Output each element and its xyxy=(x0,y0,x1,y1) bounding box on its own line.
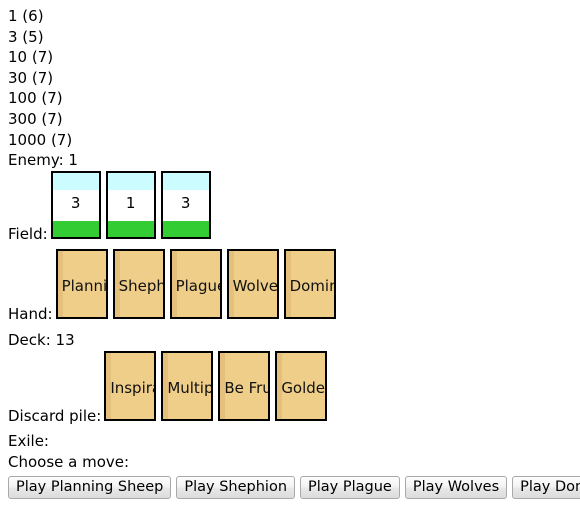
sheep-count-row: 10 (7) xyxy=(8,48,54,67)
discard-card-name: Inspiration xyxy=(110,378,154,397)
exile-label: Exile: xyxy=(8,432,49,451)
hand-card-name: Wolves xyxy=(232,277,278,296)
field-card-strip: 3 1 3 xyxy=(50,170,211,250)
hand-card-name: Dominion xyxy=(289,277,334,296)
sheep-card-top-band xyxy=(107,172,154,190)
hand-card-name: Shephion xyxy=(118,277,163,296)
play-planning-sheep-button[interactable]: Play Planning Sheep xyxy=(8,476,172,500)
discard-card[interactable]: Golden Hooves xyxy=(275,350,328,421)
discard-row: Discard pile: Inspiration Multiply Be Fruit… xyxy=(8,350,580,432)
field-label: Field: xyxy=(8,224,48,243)
hand-row: Hand: Planning Sheep Shephion Plague Wolves D… xyxy=(8,249,580,330)
sheep-card-bottom-band xyxy=(162,220,209,237)
play-dominion-button[interactable]: Play Dominion xyxy=(512,476,580,500)
play-plague-button[interactable]: Play Plague xyxy=(300,476,400,500)
game-page: 1 (6) 3 (5) 10 (7) 30 (7) 100 (7) 300 (7… xyxy=(0,0,580,520)
discard-card-strip: Inspiration Multiply Be Fruitful Golden Hoo… xyxy=(104,350,328,432)
sheep-card-bottom-band xyxy=(52,220,99,237)
move-button-bar: Play Planning Sheep Play Shephion Play Pla… xyxy=(8,476,580,500)
sheep-card-top-band xyxy=(52,172,99,190)
discard-card[interactable]: Multiply xyxy=(161,350,214,421)
hand-card[interactable]: Planning Sheep xyxy=(55,249,108,320)
sheep-card-value: 3 xyxy=(180,193,191,212)
sheep-card-bottom-band xyxy=(107,220,154,237)
hand-card[interactable]: Wolves xyxy=(226,249,279,320)
sheep-count-row: 30 (7) xyxy=(8,68,54,87)
sheep-count-list: 1 (6) 3 (5) 10 (7) 30 (7) 100 (7) 300 (7… xyxy=(8,6,580,150)
hand-card[interactable]: Dominion xyxy=(283,249,336,320)
sheep-card-value: 1 xyxy=(125,193,136,212)
discard-card-name: Multiply xyxy=(167,378,214,397)
field-row: Field: 3 1 3 xyxy=(8,170,580,250)
sheep-count-row: 1000 (7) xyxy=(8,130,73,149)
hand-card[interactable]: Shephion xyxy=(112,249,165,320)
sheep-count-row: 300 (7) xyxy=(8,109,63,128)
play-shephion-button[interactable]: Play Shephion xyxy=(176,476,296,500)
enemy-status: Enemy: 1 xyxy=(8,151,78,170)
hand-card-strip: Planning Sheep Shephion Plague Wolves Domini… xyxy=(55,249,336,330)
discard-card[interactable]: Be Fruitful xyxy=(218,350,271,421)
hand-card[interactable]: Plague xyxy=(169,249,222,320)
sheep-card-value: 3 xyxy=(70,193,81,212)
field-sheep-card[interactable]: 3 xyxy=(50,170,101,239)
sheep-count-row: 3 (5) xyxy=(8,27,44,46)
deck-status: Deck: 13 xyxy=(8,330,75,349)
field-sheep-card[interactable]: 1 xyxy=(105,170,156,239)
discard-card-name: Be Fruitful xyxy=(224,378,268,397)
hand-card-name: Plague xyxy=(175,277,222,296)
sheep-count-row: 100 (7) xyxy=(8,89,63,108)
discard-card-name: Golden Hooves xyxy=(281,378,326,397)
play-wolves-button[interactable]: Play Wolves xyxy=(404,476,508,500)
choose-move-label: Choose a move: xyxy=(8,452,130,471)
sheep-card-top-band xyxy=(162,172,209,190)
field-sheep-card[interactable]: 3 xyxy=(160,170,211,239)
hand-label: Hand: xyxy=(8,305,53,324)
discard-label: Discard pile: xyxy=(8,406,102,425)
hand-card-name: Planning Sheep xyxy=(61,277,108,296)
sheep-count-row: 1 (6) xyxy=(8,7,44,25)
discard-card[interactable]: Inspiration xyxy=(104,350,157,421)
